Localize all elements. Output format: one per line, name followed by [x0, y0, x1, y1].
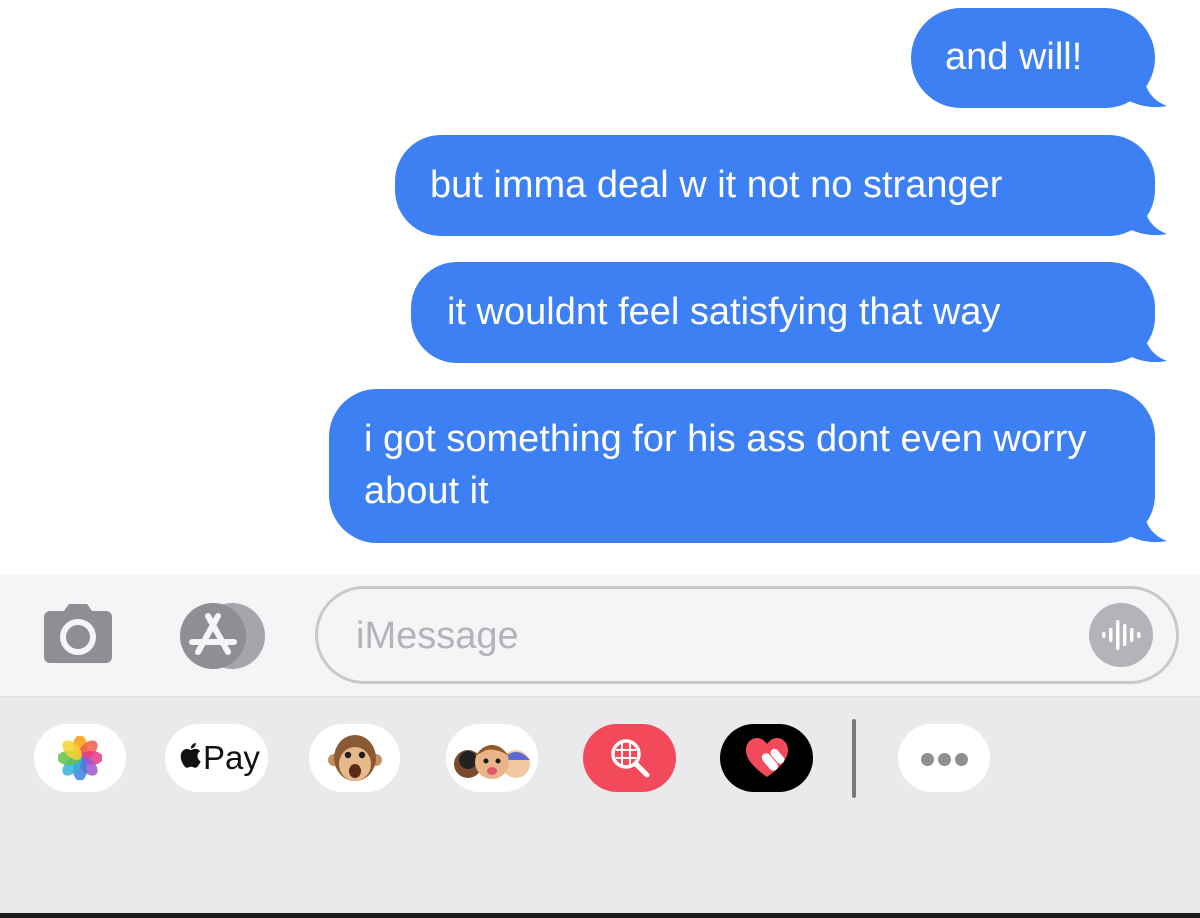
bubble-tail	[1127, 72, 1167, 108]
bubble-tail	[1127, 507, 1167, 543]
bubble-tail	[1127, 327, 1167, 363]
images-search-app-button[interactable]	[583, 724, 676, 792]
sent-message-bubble[interactable]: it wouldnt feel satisfying that way	[411, 262, 1167, 363]
photos-app-button[interactable]	[34, 724, 126, 792]
message-text: i got something for his ass dont even wo…	[364, 418, 1087, 512]
message-thread: and will! but imma deal w it not no stra…	[0, 0, 1200, 575]
message-text: but imma deal w it not no stranger	[430, 164, 1003, 206]
message-text: and will!	[945, 36, 1083, 78]
bottom-edge	[0, 913, 1200, 918]
digital-touch-app-button[interactable]	[720, 724, 813, 792]
apple-pay-app-button[interactable]: Pay	[165, 724, 268, 792]
apple-pay-icon	[180, 743, 201, 768]
memoji-stickers-icon	[454, 745, 530, 779]
more-apps-button[interactable]	[898, 724, 990, 792]
apple-pay-label: Pay	[203, 739, 260, 776]
drawer-divider	[852, 719, 856, 798]
message-text: it wouldnt feel satisfying that way	[447, 291, 1001, 333]
memoji-stickers-app-button[interactable]	[446, 724, 538, 792]
bubble-tail	[1127, 200, 1167, 236]
sent-message-bubble[interactable]: i got something for his ass dont even wo…	[329, 389, 1167, 543]
audio-waveform-icon[interactable]	[1089, 603, 1153, 667]
animoji-app-button[interactable]	[309, 724, 400, 792]
photos-icon	[58, 736, 102, 780]
images-search-icon	[611, 739, 650, 778]
camera-icon[interactable]	[44, 603, 112, 663]
digital-touch-icon	[746, 738, 788, 777]
sent-message-bubble[interactable]: but imma deal w it not no stranger	[395, 135, 1167, 236]
imessage-placeholder: iMessage	[356, 615, 519, 657]
animoji-icon	[328, 735, 382, 781]
app-store-icon[interactable]	[176, 602, 272, 670]
sent-message-bubble[interactable]: and will!	[911, 8, 1167, 108]
